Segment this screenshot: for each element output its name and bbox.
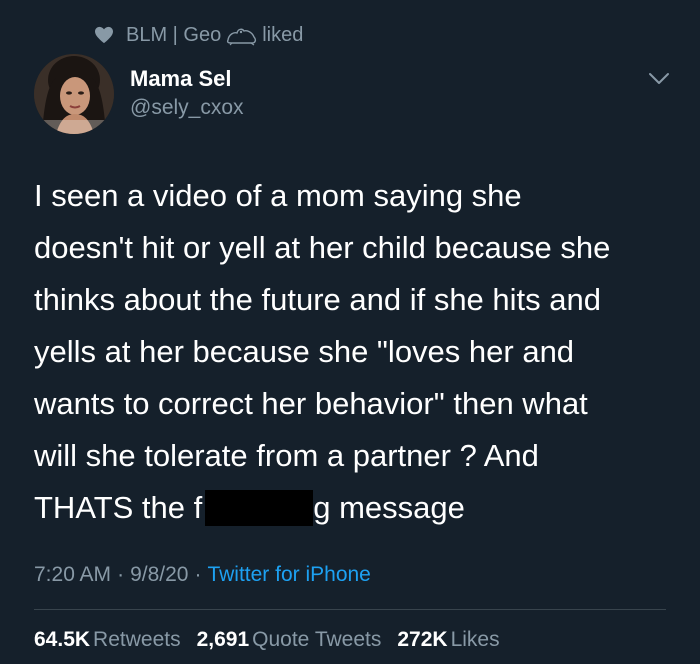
tweet-last-line: THATS the f g message [34, 482, 674, 534]
tweet-line: doesn't hit or yell at her child because… [34, 230, 611, 265]
tweet-line: thinks about the future and if she hits … [34, 282, 601, 317]
tweet-text-after-censor: g message [313, 490, 465, 525]
liker-name[interactable]: BLM | Geo [126, 24, 221, 47]
tweet-line: wants to correct her behavior" then what [34, 386, 588, 421]
censor-bar [205, 490, 314, 526]
likes-stat[interactable]: 272K Likes [397, 628, 499, 652]
frog-icon [227, 28, 257, 46]
social-context: BLM | Geo liked [94, 21, 303, 49]
tweet-line: I seen a video of a mom saying she [34, 178, 522, 213]
divider [34, 609, 666, 610]
tweet-line: will she tolerate from a partner ? And [34, 438, 539, 473]
avatar[interactable] [34, 54, 114, 134]
quote-tweets-label: Quote Tweets [252, 628, 382, 651]
user-handle[interactable]: @sely_cxox [130, 96, 244, 120]
retweets-label: Retweets [93, 628, 181, 651]
quote-tweets-stat[interactable]: 2,691 Quote Tweets [197, 628, 382, 652]
quote-tweets-count: 2,691 [196, 628, 250, 651]
meta-separator: · [117, 563, 125, 586]
tweet-text-before-censor: THATS the f [34, 490, 203, 525]
display-name[interactable]: Mama Sel [130, 66, 232, 92]
heart-icon [95, 26, 113, 44]
likes-label: Likes [450, 628, 500, 651]
retweets-count: 64.5K [34, 628, 91, 651]
likes-count: 272K [397, 628, 448, 651]
engagement-stats: 64.5K Retweets 2,691 Quote Tweets 272K Like… [34, 628, 516, 652]
liked-label: liked [262, 23, 304, 46]
tweet-date[interactable]: 9/8/20 [130, 563, 188, 586]
tweet-time[interactable]: 7:20 AM [34, 563, 111, 586]
tweet-line: yells at her because she "loves her and [34, 334, 575, 369]
retweets-stat[interactable]: 64.5K Retweets [34, 628, 181, 652]
chevron-down-icon[interactable] [648, 72, 670, 86]
tweet-source-link[interactable]: Twitter for iPhone [207, 563, 370, 586]
tweet-text: I seen a video of a mom saying she doesn… [34, 170, 674, 534]
avatar-photo [34, 54, 114, 134]
tweet-meta: 7:20 AM · 9/8/20 · Twitter for iPhone [34, 563, 371, 587]
meta-separator: · [194, 563, 202, 586]
